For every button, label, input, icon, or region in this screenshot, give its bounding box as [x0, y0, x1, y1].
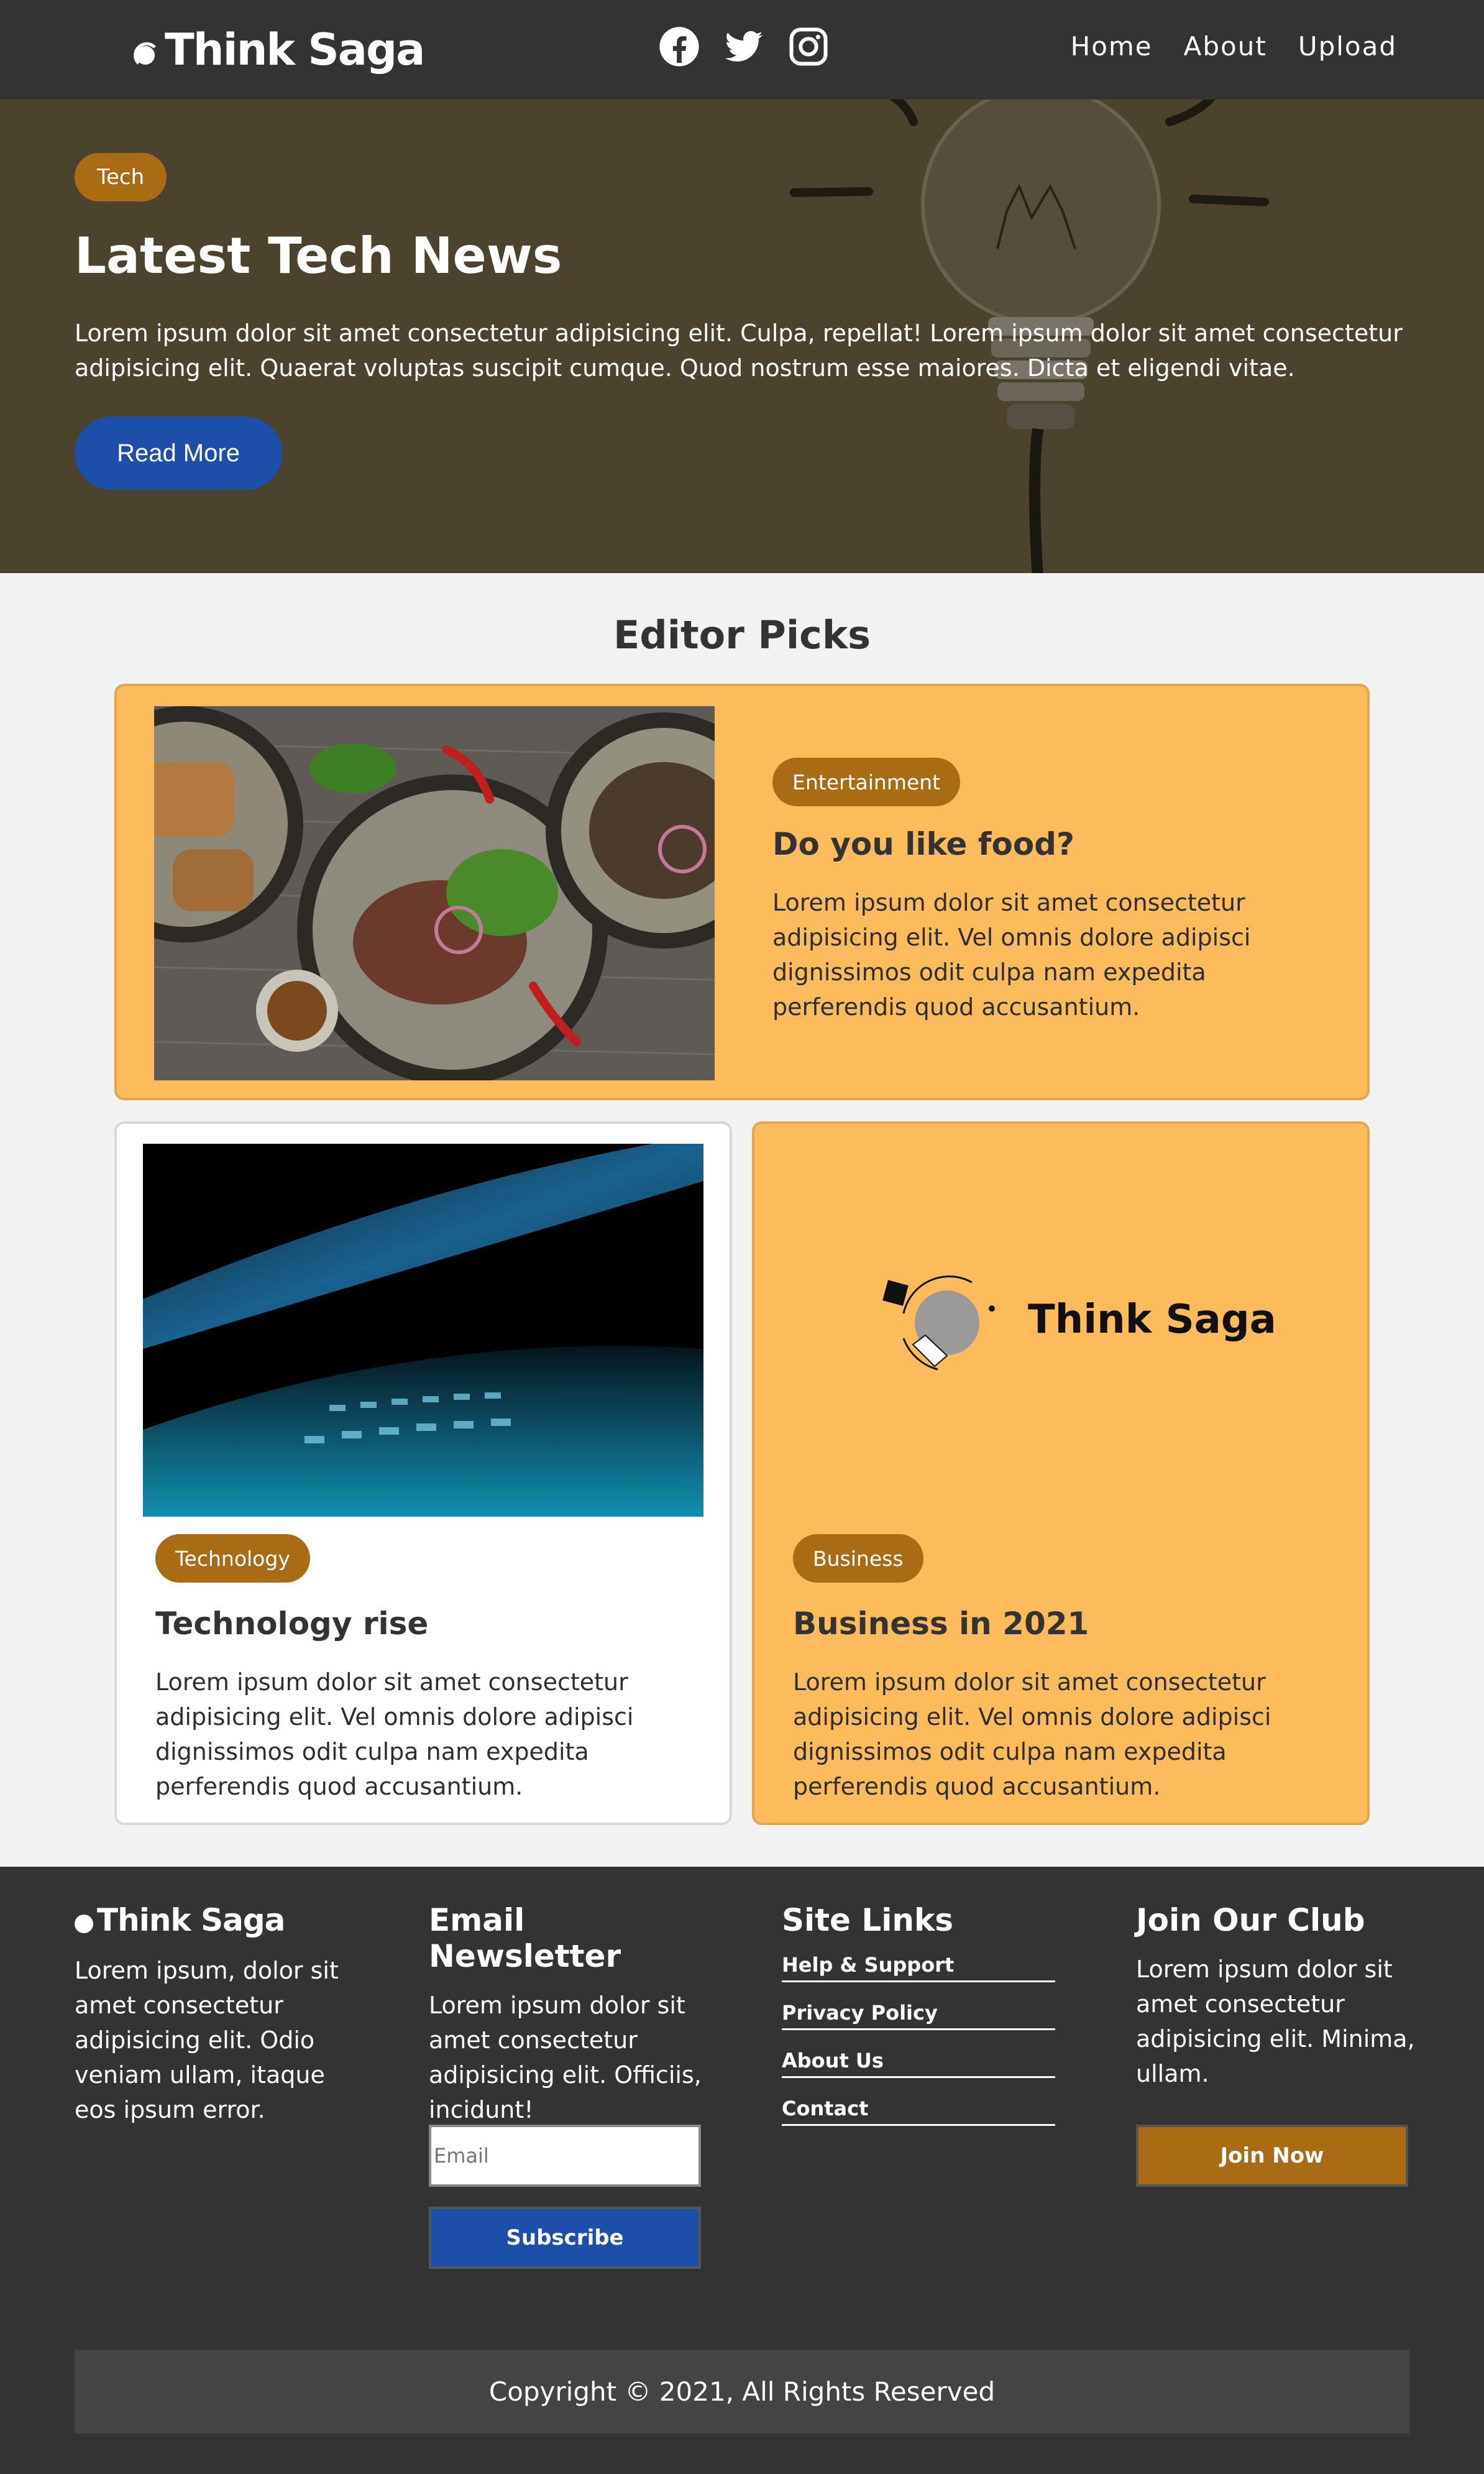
newsletter-heading: Email Newsletter	[429, 1902, 621, 1974]
club-text: Lorem ipsum dolor sit amet consectetur a…	[1136, 1956, 1415, 2087]
card-title[interactable]: Business in 2021	[793, 1606, 1089, 1642]
editor-pick-card-food[interactable]: Entertainment Do you like food? Lorem ip…	[114, 684, 1370, 1100]
hero-banner: Tech Latest Tech News Lorem ipsum dolor …	[0, 99, 1484, 573]
card-description: Lorem ipsum dolor sit amet consectetur a…	[155, 1668, 634, 1800]
card-description: Lorem ipsum dolor sit amet consectetur a…	[793, 1668, 1271, 1800]
card-category-tag[interactable]: Technology	[155, 1534, 310, 1583]
footer-newsletter-column: Email Newsletter Lorem ipsum dolor sit a…	[429, 1902, 715, 2127]
brand-emblem-icon	[882, 1276, 995, 1371]
newsletter-text: Lorem ipsum dolor sit amet consectetur a…	[429, 1992, 702, 2123]
editor-picks-title: Editor Picks	[613, 612, 871, 658]
editor-pick-card-technology[interactable]: Technology Technology rise Lorem ipsum d…	[114, 1121, 732, 1825]
card-title[interactable]: Technology rise	[155, 1606, 428, 1642]
social-links	[659, 26, 829, 67]
twitter-icon[interactable]	[723, 26, 764, 67]
editor-pick-card-business[interactable]: Think Saga Business Business in 2021 Lor…	[752, 1121, 1370, 1825]
footer-about-column: Think Saga Lorem ipsum, dolor sit amet c…	[75, 1902, 348, 2127]
site-links-heading: Site Links	[782, 1902, 953, 1938]
card-category-tag[interactable]: Entertainment	[772, 758, 961, 806]
footer-link-help[interactable]: Help & Support	[782, 1953, 1055, 1982]
instagram-icon[interactable]	[788, 26, 829, 67]
brand-logo-text: Think Saga	[1028, 1297, 1276, 1343]
hero-description: Lorem ipsum dolor sit amet consectetur a…	[75, 320, 1403, 382]
logo-mark-icon	[75, 1915, 93, 1933]
subscribe-button[interactable]: Subscribe	[429, 2207, 701, 2269]
site-logo[interactable]: Think Saga	[134, 19, 425, 81]
footer-logo-text: Think Saga	[97, 1902, 285, 1938]
read-more-button[interactable]: Read More	[75, 416, 282, 490]
facebook-icon[interactable]	[659, 26, 700, 67]
copyright-bar: Copyright © 2021, All Rights Reserved	[75, 2350, 1409, 2434]
footer-about-text: Lorem ipsum, dolor sit amet consectetur …	[75, 1957, 339, 2123]
main-nav: Home About Upload	[1071, 31, 1397, 62]
footer-links-column: Site Links Help & Support Privacy Policy…	[782, 1902, 1068, 2145]
card-title[interactable]: Do you like food?	[772, 826, 1074, 862]
join-now-button[interactable]: Join Now	[1136, 2125, 1408, 2187]
footer-club-column: Join Our Club Lorem ipsum dolor sit amet…	[1136, 1902, 1422, 2091]
food-image	[154, 706, 715, 1080]
email-input[interactable]	[429, 2125, 701, 2187]
site-header: Think Saga Home About Upload	[0, 0, 1484, 99]
nav-upload[interactable]: Upload	[1298, 31, 1397, 62]
footer-link-about[interactable]: About Us	[782, 2049, 1055, 2078]
logo-mark-icon	[134, 42, 160, 68]
hero-title: Latest Tech News	[75, 227, 562, 285]
club-heading: Join Our Club	[1136, 1902, 1365, 1938]
think-saga-brand-logo: Think Saga	[879, 1264, 1276, 1376]
card-category-tag[interactable]: Business	[793, 1534, 923, 1583]
logo-text: Think Saga	[165, 24, 425, 75]
footer-link-privacy[interactable]: Privacy Policy	[782, 2001, 1055, 2030]
footer-logo[interactable]: Think Saga	[75, 1902, 348, 1938]
nav-about[interactable]: About	[1184, 31, 1267, 62]
laptop-keyboard-image	[143, 1144, 703, 1517]
nav-home[interactable]: Home	[1071, 31, 1153, 62]
footer-link-contact[interactable]: Contact	[782, 2097, 1055, 2126]
card-description: Lorem ipsum dolor sit amet consectetur a…	[772, 889, 1251, 1021]
hero-category-tag[interactable]: Tech	[75, 153, 167, 201]
